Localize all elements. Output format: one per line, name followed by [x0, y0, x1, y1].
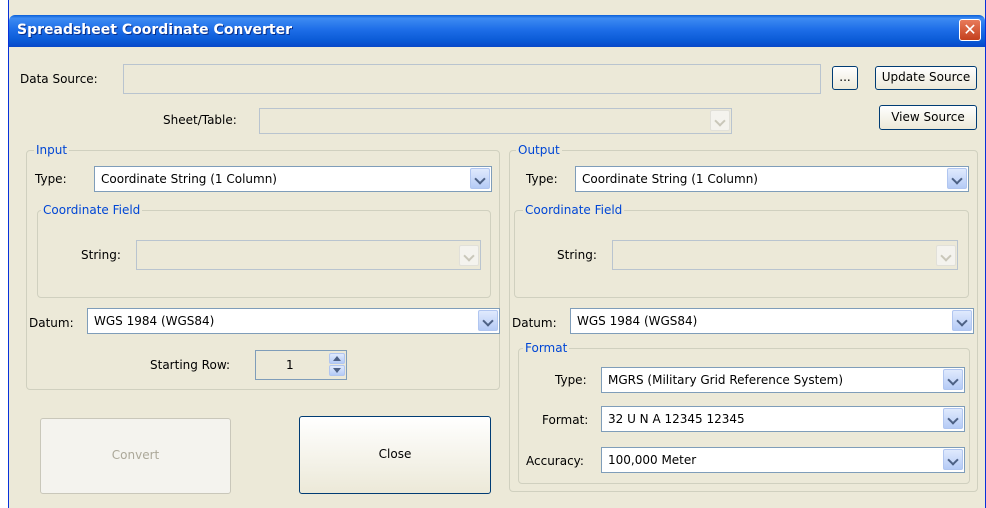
- format-label: Format:: [542, 413, 589, 427]
- chevron-down-icon: [943, 449, 963, 470]
- output-string-label: String:: [557, 248, 597, 262]
- input-type-select[interactable]: Coordinate String (1 Column): [94, 166, 492, 192]
- update-source-button[interactable]: Update Source: [875, 66, 977, 90]
- chevron-down-icon: [943, 369, 963, 390]
- format-group-title: Format: [523, 341, 570, 355]
- window-title: Spreadsheet Coordinate Converter: [17, 22, 293, 38]
- browse-button[interactable]: ...: [832, 66, 858, 90]
- output-coordinate-field-title: Coordinate Field: [523, 203, 625, 217]
- convert-button[interactable]: Convert: [40, 418, 231, 494]
- data-source-label: Data Source:: [20, 72, 98, 86]
- input-type-label: Type:: [35, 172, 67, 186]
- input-datum-select[interactable]: WGS 1984 (WGS84): [87, 308, 500, 334]
- spin-down-icon[interactable]: [329, 365, 345, 376]
- sheet-table-label: Sheet/Table:: [163, 113, 237, 127]
- chevron-down-icon: [952, 310, 972, 331]
- accuracy-select[interactable]: 100,000 Meter: [601, 447, 965, 473]
- chevron-down-icon: [470, 168, 490, 189]
- input-coordinate-field-title: Coordinate Field: [41, 203, 143, 217]
- output-type-label: Type:: [526, 172, 558, 186]
- spin-up-icon[interactable]: [329, 353, 345, 364]
- output-group-title: Output: [516, 143, 562, 157]
- close-button[interactable]: Close: [299, 416, 491, 494]
- chevron-down-icon: [943, 408, 963, 429]
- format-type-select[interactable]: MGRS (Military Grid Reference System): [601, 367, 965, 393]
- sheet-table-select[interactable]: [259, 108, 732, 134]
- input-group-title: Input: [34, 143, 70, 157]
- starting-row-label: Starting Row:: [150, 358, 231, 372]
- view-source-button[interactable]: View Source: [879, 105, 977, 130]
- input-string-label: String:: [81, 248, 121, 262]
- output-datum-label: Datum:: [512, 316, 557, 330]
- format-select[interactable]: 32 U N A 12345 12345: [601, 406, 965, 432]
- input-string-select[interactable]: [136, 240, 481, 270]
- input-datum-label: Datum:: [29, 316, 74, 330]
- format-type-label: Type:: [555, 373, 587, 387]
- output-type-select[interactable]: Coordinate String (1 Column): [575, 166, 969, 192]
- chevron-down-icon: [459, 245, 479, 266]
- chevron-down-icon: [710, 110, 730, 131]
- converter-window: Spreadsheet Coordinate Converter ✕ Data …: [8, 0, 986, 508]
- data-source-field[interactable]: [123, 64, 821, 94]
- output-datum-select[interactable]: WGS 1984 (WGS84): [570, 308, 974, 334]
- chevron-down-icon: [947, 168, 967, 189]
- close-window-icon[interactable]: ✕: [959, 19, 981, 41]
- output-string-select[interactable]: [612, 240, 958, 270]
- accuracy-label: Accuracy:: [526, 454, 584, 468]
- chevron-down-icon: [936, 245, 956, 266]
- chevron-down-icon: [478, 310, 498, 331]
- starting-row-stepper[interactable]: 1: [255, 350, 347, 380]
- title-bar[interactable]: Spreadsheet Coordinate Converter ✕: [9, 15, 985, 47]
